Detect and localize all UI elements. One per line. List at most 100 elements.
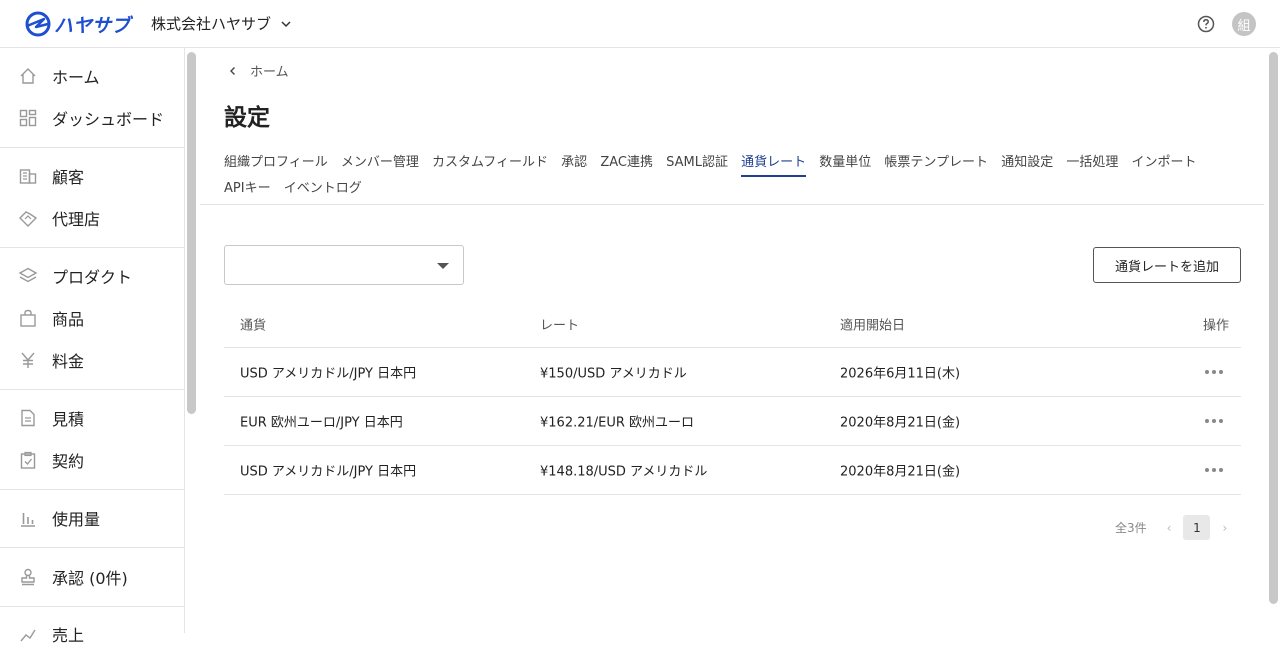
main-scrollbar[interactable] bbox=[1269, 52, 1278, 604]
sidebar-item-customers[interactable]: 顧客 bbox=[0, 156, 185, 196]
table-header: 通貨 レート 適用開始日 操作 bbox=[224, 300, 1241, 348]
sidebar-item-label: 契約 bbox=[52, 452, 85, 471]
tab-org-profile[interactable]: 組織プロフィール bbox=[224, 150, 328, 176]
cell-rate: ¥148.18/USD アメリカドル bbox=[540, 464, 708, 480]
breadcrumb-home-link[interactable]: ホーム bbox=[250, 61, 289, 80]
caret-down-icon bbox=[437, 263, 449, 269]
hayabusa-logo-icon bbox=[25, 11, 51, 37]
sidebar-item-usage[interactable]: 使用量 bbox=[0, 498, 185, 538]
sidebar-item-label: 代理店 bbox=[52, 210, 101, 229]
total-count: 全3件 bbox=[1115, 521, 1147, 535]
breadcrumb: ホーム bbox=[228, 61, 289, 80]
sidebar-item-quotes[interactable]: 見積 bbox=[0, 398, 185, 438]
more-actions-icon[interactable] bbox=[1205, 419, 1223, 423]
clipboard-check-icon bbox=[20, 451, 36, 469]
sidebar-item-approvals[interactable]: 承認 (0件) bbox=[0, 557, 185, 597]
currency-rate-table: 通貨 レート 適用開始日 操作 USD アメリカドル/JPY 日本円 ¥150/… bbox=[224, 300, 1241, 495]
sidebar: ホーム ダッシュボード 顧客 代理店 プロダクト 商品 料金 見積 契約 使用量 bbox=[0, 48, 185, 645]
sales-icon bbox=[20, 629, 36, 642]
sidebar-divider bbox=[0, 389, 185, 390]
cell-rate: ¥162.21/EUR 欧州ユーロ bbox=[540, 415, 695, 431]
add-currency-rate-button[interactable]: 通貨レートを追加 bbox=[1093, 247, 1241, 283]
tab-document-templates[interactable]: 帳票テンプレート bbox=[884, 150, 988, 176]
tab-api-keys[interactable]: APIキー bbox=[224, 176, 271, 202]
sidebar-item-sales[interactable]: 売上 bbox=[0, 614, 185, 654]
document-icon bbox=[21, 409, 35, 427]
sidebar-divider bbox=[0, 547, 185, 548]
tab-saml[interactable]: SAML認証 bbox=[666, 150, 728, 176]
sidebar-item-label: 売上 bbox=[52, 626, 85, 645]
sidebar-item-dashboard[interactable]: ダッシュボード bbox=[0, 98, 185, 138]
home-icon bbox=[20, 68, 36, 84]
more-actions-icon[interactable] bbox=[1205, 468, 1223, 472]
cell-start-date: 2020年8月21日(金) bbox=[840, 464, 961, 480]
next-page-icon[interactable]: › bbox=[1222, 521, 1227, 535]
app-header: ハヤサブ 株式会社ハヤサブ 組 bbox=[0, 0, 1280, 48]
table-row: USD アメリカドル/JPY 日本円 ¥150/USD アメリカドル 2026年… bbox=[224, 348, 1241, 397]
tab-currency-rates[interactable]: 通貨レート bbox=[741, 150, 807, 177]
sidebar-divider bbox=[0, 247, 185, 248]
tab-event-log[interactable]: イベントログ bbox=[284, 176, 362, 202]
pagination: 全3件 ‹ 1 › bbox=[1115, 515, 1227, 540]
column-header-currency: 通貨 bbox=[240, 318, 267, 333]
page-number-button[interactable]: 1 bbox=[1183, 515, 1211, 540]
help-icon[interactable] bbox=[1197, 15, 1215, 33]
more-actions-icon[interactable] bbox=[1205, 370, 1223, 374]
chevron-down-icon bbox=[281, 20, 291, 27]
sidebar-divider bbox=[0, 606, 185, 607]
handshake-icon bbox=[19, 211, 38, 227]
tab-zac[interactable]: ZAC連携 bbox=[600, 150, 653, 176]
currency-filter-select[interactable] bbox=[224, 245, 464, 285]
sidebar-item-label: ダッシュボード bbox=[52, 110, 165, 129]
sidebar-item-contracts[interactable]: 契約 bbox=[0, 440, 185, 480]
sidebar-scrollbar[interactable] bbox=[187, 52, 196, 414]
building-icon bbox=[19, 169, 37, 184]
bag-icon bbox=[20, 309, 36, 327]
yen-icon bbox=[21, 352, 35, 368]
tab-quantity-units[interactable]: 数量単位 bbox=[819, 150, 871, 176]
sidebar-item-label: 商品 bbox=[52, 310, 85, 329]
company-switcher[interactable]: 株式会社ハヤサブ bbox=[151, 13, 291, 34]
bar-chart-icon bbox=[21, 513, 35, 527]
sidebar-item-items[interactable]: 商品 bbox=[0, 298, 185, 338]
cell-currency: USD アメリカドル/JPY 日本円 bbox=[240, 366, 417, 382]
sidebar-item-label: 顧客 bbox=[52, 168, 85, 187]
tabs-divider bbox=[200, 204, 1264, 205]
table-row: USD アメリカドル/JPY 日本円 ¥148.18/USD アメリカドル 20… bbox=[224, 446, 1241, 495]
table-row: EUR 欧州ユーロ/JPY 日本円 ¥162.21/EUR 欧州ユーロ 2020… bbox=[224, 397, 1241, 446]
cell-currency: EUR 欧州ユーロ/JPY 日本円 bbox=[240, 415, 403, 431]
tab-approval[interactable]: 承認 bbox=[561, 150, 587, 176]
sidebar-divider bbox=[0, 489, 185, 490]
sidebar-item-pricing[interactable]: 料金 bbox=[0, 340, 185, 380]
sidebar-item-label: プロダクト bbox=[52, 268, 133, 287]
sidebar-item-label: 見積 bbox=[52, 410, 85, 429]
column-header-actions: 操作 bbox=[1202, 318, 1229, 333]
cell-start-date: 2020年8月21日(金) bbox=[840, 415, 961, 431]
tab-notifications[interactable]: 通知設定 bbox=[1001, 150, 1053, 176]
user-avatar[interactable]: 組 bbox=[1232, 12, 1256, 36]
company-name: 株式会社ハヤサブ bbox=[151, 15, 272, 33]
sidebar-divider bbox=[0, 147, 185, 148]
column-header-rate: レート bbox=[540, 318, 580, 333]
stamp-icon bbox=[21, 568, 35, 586]
tab-custom-fields[interactable]: カスタムフィールド bbox=[432, 150, 548, 176]
sidebar-item-home[interactable]: ホーム bbox=[0, 56, 185, 96]
column-header-start-date: 適用開始日 bbox=[840, 318, 906, 333]
page-title: 設定 bbox=[224, 105, 270, 131]
chevron-left-icon[interactable] bbox=[228, 66, 238, 76]
tab-bulk-processing[interactable]: 一括処理 bbox=[1066, 150, 1118, 176]
logo-text: ハヤサブ bbox=[54, 14, 131, 37]
sidebar-item-label: ホーム bbox=[52, 68, 100, 87]
tab-members[interactable]: メンバー管理 bbox=[341, 150, 419, 176]
prev-page-icon[interactable]: ‹ bbox=[1167, 521, 1172, 535]
tab-import[interactable]: インポート bbox=[1132, 150, 1197, 176]
cell-currency: USD アメリカドル/JPY 日本円 bbox=[240, 464, 417, 480]
sidebar-item-products[interactable]: プロダクト bbox=[0, 256, 185, 296]
sidebar-item-label: 料金 bbox=[52, 352, 85, 371]
cell-start-date: 2026年6月11日(木) bbox=[840, 366, 961, 382]
dashboard-icon bbox=[19, 109, 37, 127]
sidebar-item-label: 使用量 bbox=[52, 510, 101, 529]
settings-tabs: 組織プロフィール メンバー管理 カスタムフィールド 承認 ZAC連携 SAML認… bbox=[224, 150, 1244, 202]
sidebar-item-agencies[interactable]: 代理店 bbox=[0, 198, 185, 238]
app-logo[interactable]: ハヤサブ bbox=[24, 10, 130, 38]
